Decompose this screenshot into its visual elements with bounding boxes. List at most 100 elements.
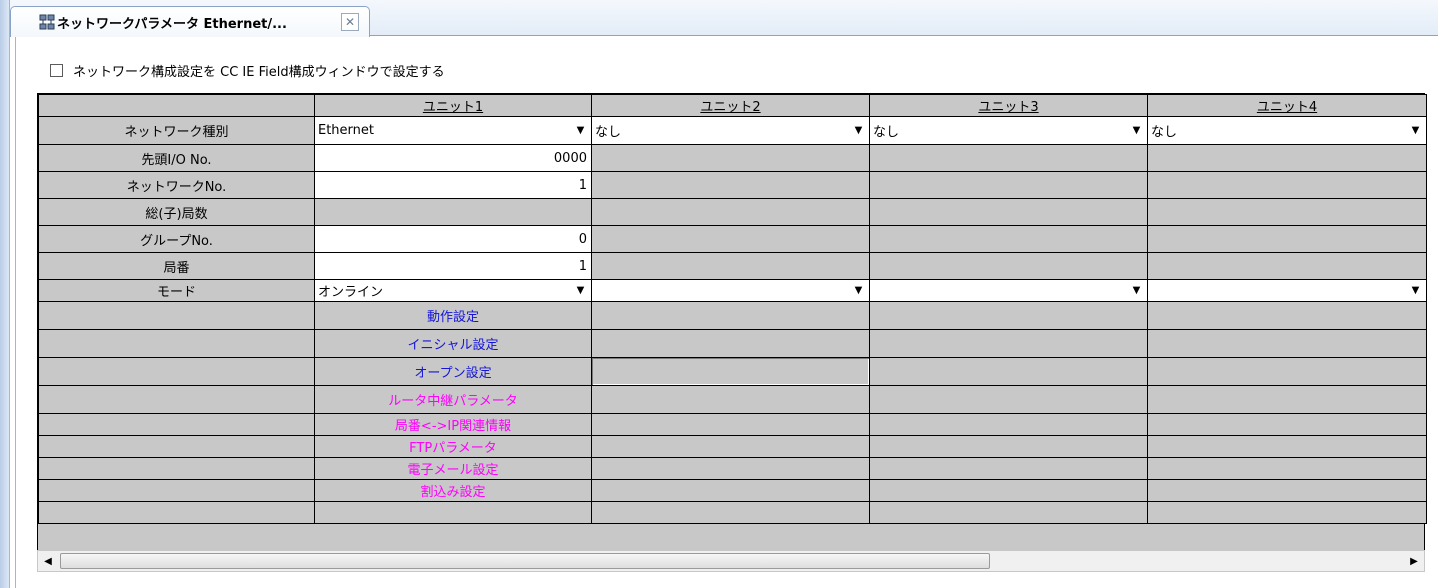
cc-ie-config-label: ネットワーク構成設定を CC IE Field構成ウィンドウで設定する [73,64,445,80]
horizontal-scrollbar[interactable]: ◀ ▶ [37,550,1425,572]
link-row: FTPパラメータ [38,435,1427,458]
ftp-parameters-link[interactable]: FTPパラメータ [314,435,592,458]
column-header-unit4: ユニット4 [1147,94,1427,117]
chevron-down-icon[interactable]: ▼ [850,121,867,141]
mode-row: モード オンライン ▼ ▼ ▼ ▼ [38,279,1427,302]
column-header-unit2: ユニット2 [591,94,870,117]
tab-network-parameters[interactable]: ネットワークパラメータ Ethernet/... ✕ [10,6,370,37]
empty-cell [869,501,1148,524]
link-row: 電子メール設定 [38,457,1427,480]
empty-row [38,501,1427,524]
mode-unit3-select[interactable]: ▼ [869,279,1148,302]
start-io-unit3-cell [869,144,1148,172]
network-no-unit1-input[interactable]: 1 [314,171,592,199]
group-no-unit1-input[interactable]: 0 [314,225,592,253]
row-label-network-type: ネットワーク種別 [38,116,315,145]
row-label-empty [38,479,315,502]
link-unit3-cell [869,435,1148,458]
chevron-down-icon[interactable]: ▼ [1407,121,1424,141]
chevron-down-icon[interactable]: ▼ [572,281,589,301]
chevron-down-icon[interactable]: ▼ [850,281,867,301]
network-params-icon [39,14,55,30]
network-type-row: ネットワーク種別 Ethernet ▼ なし ▼ なし ▼ なし ▼ [38,116,1427,145]
start-io-unit4-cell [1147,144,1427,172]
link-unit4-cell [1147,301,1427,330]
link-unit4-cell [1147,457,1427,480]
row-label-empty [38,301,315,330]
row-label-empty [38,385,315,414]
row-label-empty [38,435,315,458]
network-type-unit2-select[interactable]: なし ▼ [591,116,870,145]
start-io-unit1-input[interactable]: 0000 [314,144,592,172]
empty-cell [314,501,592,524]
arrow-right-icon[interactable]: ▶ [1404,551,1424,571]
parameter-grid: ユニット1 ユニット2 ユニット3 ユニット4 ネットワーク種別 Etherne… [37,93,1427,571]
link-row: 局番<->IP関連情報 [38,413,1427,436]
network-type-unit2-value: なし [595,125,622,140]
station-no-unit2-cell [591,252,870,280]
close-icon[interactable]: ✕ [341,13,359,31]
network-no-unit3-cell [869,171,1148,199]
station-no-unit1-input[interactable]: 1 [314,252,592,280]
link-unit3-cell [869,301,1148,330]
chevron-down-icon[interactable]: ▼ [572,121,589,141]
network-no-unit2-cell [591,171,870,199]
mode-unit1-value: オンライン [318,285,384,300]
link-unit2-cell-selected[interactable] [591,357,870,386]
network-type-unit1-select[interactable]: Ethernet ▼ [314,116,592,145]
link-unit3-cell [869,329,1148,358]
chevron-down-icon[interactable]: ▼ [1407,281,1424,301]
network-type-unit3-select[interactable]: なし ▼ [869,116,1148,145]
network-no-unit4-cell [1147,171,1427,199]
row-label-empty [38,457,315,480]
row-label-start-io: 先頭I/O No. [38,144,315,172]
cc-ie-config-option[interactable]: ネットワーク構成設定を CC IE Field構成ウィンドウで設定する [50,59,445,81]
row-label-empty [38,413,315,436]
station-ip-info-link[interactable]: 局番<->IP関連情報 [314,413,592,436]
row-label-station-no: 局番 [38,252,315,280]
group-no-unit3-cell [869,225,1148,253]
column-header-unit1: ユニット1 [314,94,592,117]
total-stations-unit1-cell [314,198,592,226]
scrollbar-thumb[interactable] [60,553,990,569]
cc-ie-config-checkbox[interactable] [50,63,63,77]
link-unit4-cell [1147,479,1427,502]
link-unit3-cell [869,479,1148,502]
group-no-unit4-cell [1147,225,1427,253]
empty-cell [38,501,315,524]
email-settings-link[interactable]: 電子メール設定 [314,457,592,480]
station-no-row: 局番 1 [38,252,1427,280]
link-unit4-cell [1147,413,1427,436]
tab-title: ネットワークパラメータ Ethernet/... [57,16,287,32]
network-no-row: ネットワークNo. 1 [38,171,1427,199]
mode-unit2-select[interactable]: ▼ [591,279,870,302]
total-stations-unit4-cell [1147,198,1427,226]
link-unit3-cell [869,357,1148,386]
chevron-down-icon[interactable]: ▼ [1128,281,1145,301]
router-relay-parameters-link[interactable]: ルータ中継パラメータ [314,385,592,414]
total-stations-unit2-cell [591,198,870,226]
network-type-unit4-select[interactable]: なし ▼ [1147,116,1427,145]
parameter-table: ユニット1 ユニット2 ユニット3 ユニット4 ネットワーク種別 Etherne… [38,94,1427,524]
link-row: イニシャル設定 [38,329,1427,358]
initial-settings-link[interactable]: イニシャル設定 [314,329,592,358]
link-unit2-cell [591,329,870,358]
station-no-unit3-cell [869,252,1148,280]
network-type-unit1-value: Ethernet [318,123,374,138]
chevron-down-icon[interactable]: ▼ [1128,121,1145,141]
arrow-left-icon[interactable]: ◀ [38,551,58,571]
mode-unit4-select[interactable]: ▼ [1147,279,1427,302]
link-unit3-cell [869,385,1148,414]
link-unit2-cell [591,479,870,502]
link-row: ルータ中継パラメータ [38,385,1427,414]
link-unit2-cell [591,457,870,480]
mode-unit1-select[interactable]: オンライン ▼ [314,279,592,302]
operation-settings-link[interactable]: 動作設定 [314,301,592,330]
station-no-unit4-cell [1147,252,1427,280]
open-settings-link[interactable]: オープン設定 [314,357,592,386]
link-row: 動作設定 [38,301,1427,330]
start-io-unit2-cell [591,144,870,172]
corner-header [38,94,315,117]
row-label-empty [38,329,315,358]
interrupt-settings-link[interactable]: 割込み設定 [314,479,592,502]
